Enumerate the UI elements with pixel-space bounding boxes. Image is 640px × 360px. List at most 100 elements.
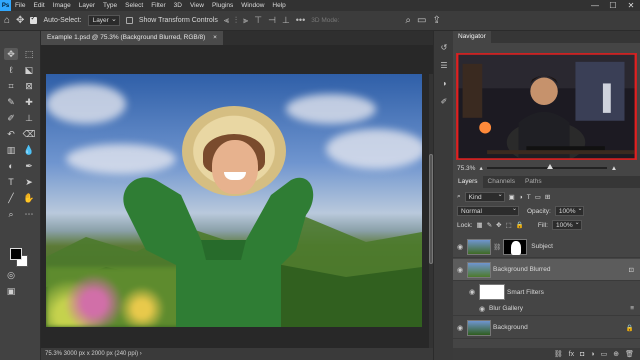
link-layers-icon[interactable]: ⛓: [554, 350, 563, 358]
hand-tool-icon[interactable]: ✋: [22, 192, 36, 204]
screen-mode-icon[interactable]: ▣: [4, 285, 18, 297]
share-icon[interactable]: ⇪: [432, 15, 440, 26]
opacity-input[interactable]: 100%: [554, 205, 585, 216]
eye-icon[interactable]: ◉: [475, 305, 489, 313]
navigator-preview[interactable]: [456, 53, 637, 160]
menu-select[interactable]: Select: [121, 2, 147, 9]
menu-file[interactable]: File: [11, 2, 29, 9]
history-panel-icon[interactable]: ↺: [438, 43, 450, 55]
transform-controls-checkbox[interactable]: [125, 17, 133, 24]
eye-icon[interactable]: ◉: [453, 243, 467, 251]
brush-tool-icon[interactable]: ✐: [4, 112, 18, 124]
tab-navigator[interactable]: Navigator: [453, 31, 491, 43]
menu-view[interactable]: View: [186, 2, 208, 9]
document-tab[interactable]: Example 1.psd @ 75.3% (Background Blurre…: [41, 31, 223, 45]
align-left-icon[interactable]: ⫷: [224, 15, 229, 26]
blend-mode-dropdown[interactable]: Normal: [457, 205, 519, 216]
eye-icon[interactable]: ◉: [453, 324, 467, 332]
filter-shape-icon[interactable]: ▭: [535, 193, 541, 201]
tab-channels[interactable]: Channels: [483, 176, 520, 188]
canvas-area[interactable]: [41, 45, 433, 348]
menu-type[interactable]: Type: [99, 2, 121, 9]
workspace-icon[interactable]: ▭: [417, 15, 426, 26]
add-mask-icon[interactable]: ◘: [580, 351, 584, 358]
lasso-tool-icon[interactable]: ℓ: [4, 64, 18, 76]
eye-icon[interactable]: ◉: [465, 288, 479, 296]
menu-filter[interactable]: Filter: [147, 2, 169, 9]
maximize-icon[interactable]: ☐: [604, 0, 622, 11]
zoom-slider-knob[interactable]: [546, 164, 553, 169]
menu-window[interactable]: Window: [237, 2, 268, 9]
align-center-icon[interactable]: ⫶: [235, 15, 237, 26]
tab-layers[interactable]: Layers: [453, 176, 483, 188]
navigator-zoom-value[interactable]: 75.3%: [457, 165, 475, 172]
menu-plugins[interactable]: Plugins: [208, 2, 237, 9]
filter-options-icon[interactable]: ≡: [630, 305, 634, 312]
gradient-tool-icon[interactable]: ▥: [4, 144, 18, 156]
adjustments-panel-icon[interactable]: ◑: [438, 79, 450, 91]
adjustment-layer-icon[interactable]: ◑: [590, 351, 594, 358]
fx-button[interactable]: fx: [569, 351, 574, 358]
zoom-slider[interactable]: [486, 164, 607, 169]
object-selection-icon[interactable]: ⬕: [22, 64, 36, 76]
dodge-tool-icon[interactable]: ◐: [4, 160, 18, 172]
menu-help[interactable]: Help: [268, 2, 289, 9]
search-icon[interactable]: ⌕: [405, 15, 411, 26]
brush-panel-icon[interactable]: ✐: [438, 97, 450, 109]
menu-layer[interactable]: Layer: [75, 2, 99, 9]
more-tools-icon[interactable]: ⋯: [22, 208, 36, 220]
healing-brush-icon[interactable]: ✚: [22, 96, 36, 108]
type-tool-icon[interactable]: T: [4, 176, 18, 188]
new-layer-icon[interactable]: ⊕: [613, 350, 619, 358]
align-top-icon[interactable]: ⊤: [254, 15, 262, 26]
crop-tool-icon[interactable]: ⌗: [4, 80, 18, 92]
properties-panel-icon[interactable]: ☰: [438, 61, 450, 73]
artboard-tool-icon[interactable]: ⬚: [22, 48, 36, 60]
lock-pixels-icon[interactable]: ▦: [477, 221, 483, 229]
tab-paths[interactable]: Paths: [520, 176, 547, 188]
eraser-icon[interactable]: ⌫: [22, 128, 36, 140]
move-tool-icon[interactable]: ✥: [4, 48, 18, 60]
path-selection-icon[interactable]: ➤: [22, 176, 36, 188]
blur-gallery-row[interactable]: ◉ Blur Gallery ≡: [453, 302, 640, 316]
zoom-out-icon[interactable]: ▴: [479, 164, 482, 172]
new-group-icon[interactable]: ▭: [601, 350, 608, 358]
delete-layer-icon[interactable]: 🗑: [625, 350, 634, 358]
home-icon[interactable]: ⌂: [4, 15, 10, 26]
fill-input[interactable]: 100%: [551, 219, 582, 230]
close-tab-icon[interactable]: ×: [213, 34, 217, 41]
zoom-tool-icon[interactable]: ⌕: [4, 208, 18, 220]
align-middle-icon[interactable]: ⊣: [268, 15, 276, 26]
smart-filters-row[interactable]: ◉ Smart Filters: [453, 282, 640, 302]
align-bottom-icon[interactable]: ⊥: [282, 15, 290, 26]
kind-filter-dropdown[interactable]: Kind: [464, 191, 505, 202]
stamp-tool-icon[interactable]: ⊥: [22, 112, 36, 124]
blur-tool-icon[interactable]: 💧: [22, 144, 36, 156]
layer-subject[interactable]: ◉ ⛓ Subject: [453, 236, 640, 258]
eyedropper-icon[interactable]: ✎: [4, 96, 18, 108]
line-tool-icon[interactable]: ╱: [4, 192, 18, 204]
layer-background[interactable]: ◉ Background 🔒: [453, 317, 640, 339]
menu-edit[interactable]: Edit: [29, 2, 48, 9]
auto-select-checkbox[interactable]: [30, 14, 38, 24]
lock-artboard-icon[interactable]: ⬚: [506, 221, 512, 229]
eye-icon[interactable]: ◉: [453, 266, 467, 274]
history-brush-icon[interactable]: ↶: [4, 128, 18, 140]
close-window-icon[interactable]: ✕: [622, 0, 640, 11]
filter-smart-icon[interactable]: ⊞: [545, 193, 550, 201]
menu-image[interactable]: Image: [49, 2, 75, 9]
quick-mask-icon[interactable]: ◎: [4, 269, 18, 281]
filter-mask-thumbnail[interactable]: [479, 284, 505, 300]
auto-select-target-dropdown[interactable]: Layer: [87, 15, 120, 26]
minimize-icon[interactable]: —: [586, 0, 604, 11]
frame-tool-icon[interactable]: ⊠: [22, 80, 36, 92]
filter-type-icon[interactable]: T: [527, 194, 531, 201]
move-tool-icon[interactable]: ✥: [16, 15, 24, 26]
layer-background-blurred[interactable]: ◉ Background Blurred ⊡: [453, 259, 640, 281]
pen-tool-icon[interactable]: ✒: [22, 160, 36, 172]
lock-paint-icon[interactable]: ✎: [487, 221, 492, 229]
zoom-in-icon[interactable]: ▲: [611, 165, 617, 172]
document-canvas[interactable]: [46, 74, 422, 327]
foreground-color-swatch[interactable]: [10, 248, 22, 260]
filter-pixel-icon[interactable]: ▣: [509, 193, 515, 201]
